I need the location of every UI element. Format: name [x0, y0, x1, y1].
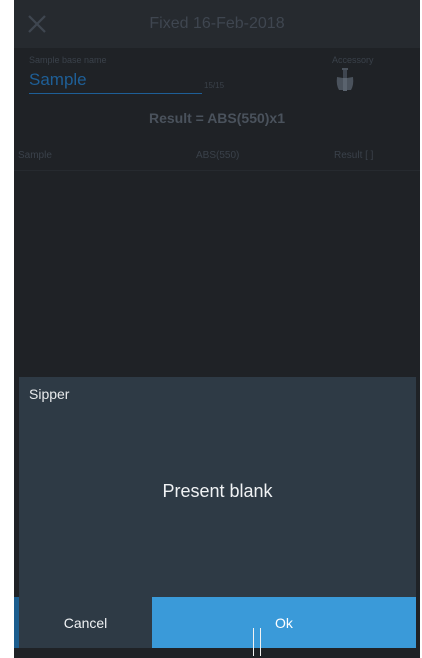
dialog-title: Sipper [29, 386, 70, 402]
cancel-button[interactable]: Cancel [19, 597, 152, 648]
table-divider [14, 170, 420, 171]
page-title: Fixed 16-Feb-2018 [149, 15, 285, 32]
column-header-abs: ABS(550) [196, 150, 240, 161]
result-formula: Result = ABS(550)x1 [148, 110, 286, 126]
column-header-result: Result [ ] [334, 150, 374, 161]
top-bar: Fixed 16-Feb-2018 [14, 0, 420, 48]
column-header-sample: Sample [18, 150, 52, 161]
character-counter: 15/15 [204, 81, 225, 90]
accessory-label: Accessory [332, 55, 374, 65]
table-header: Sample ABS(550) Result [ ] [14, 150, 420, 170]
sample-base-name-input[interactable]: Sample [29, 70, 87, 90]
app-screen: Fixed 16-Feb-2018 Sample base name Sampl… [14, 0, 420, 658]
ok-button[interactable]: Ok [152, 597, 416, 648]
sipper-icon[interactable] [334, 67, 356, 93]
dialog-message: Present blank [162, 481, 273, 501]
sample-base-name-label: Sample base name [29, 55, 107, 65]
input-underline [29, 93, 202, 94]
text-cursor-icon [253, 628, 261, 656]
